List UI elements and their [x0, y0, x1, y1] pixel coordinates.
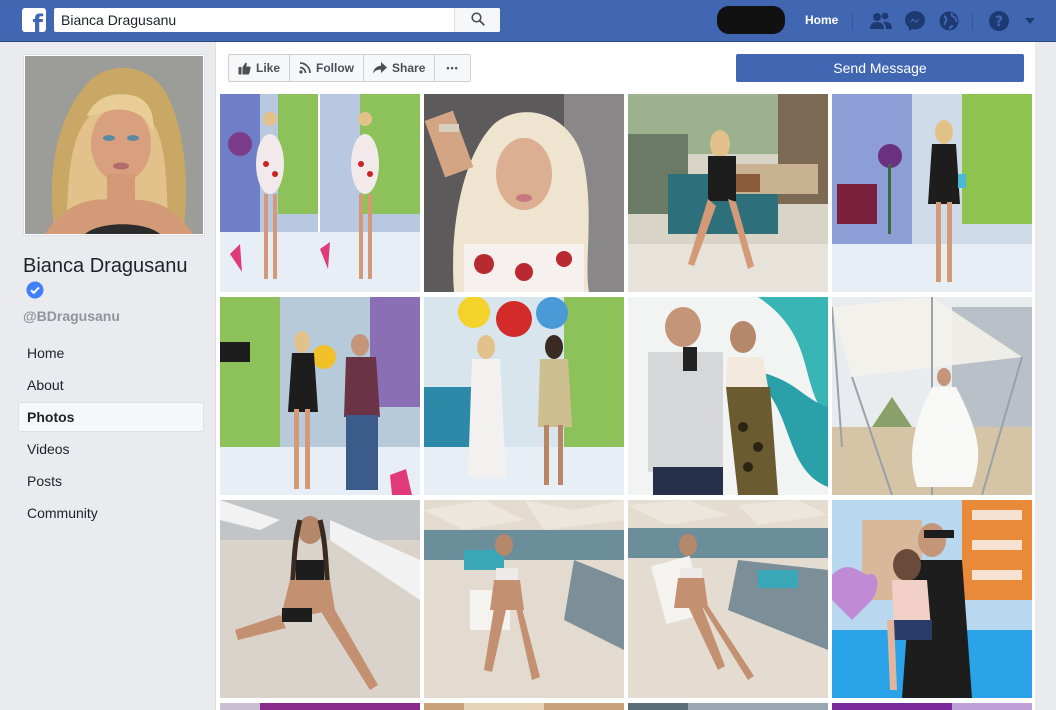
follow-button[interactable]: Follow [289, 54, 365, 82]
more-dots-icon: ••• [446, 63, 459, 73]
share-button[interactable]: Share [363, 54, 436, 82]
notifications-globe-icon[interactable] [937, 9, 961, 33]
sidebar-item-about[interactable]: About [18, 370, 204, 400]
page-name-text: Bianca Dragusanu [23, 255, 188, 277]
photo-thumbnail[interactable] [628, 500, 828, 698]
verified-badge-icon [26, 279, 44, 308]
page-action-bar: Like Follow Share ••• [228, 54, 471, 82]
main-content: Like Follow Share ••• Send Message [215, 42, 1035, 710]
photo-thumbnail[interactable] [424, 94, 624, 292]
follow-button-label: Follow [316, 61, 355, 75]
sidebar-item-posts[interactable]: Posts [18, 466, 204, 496]
search-input[interactable] [54, 8, 454, 32]
photo-thumbnail[interactable] [424, 500, 624, 698]
rss-feed-icon [299, 62, 311, 74]
photo-thumbnail[interactable] [220, 94, 420, 292]
sidebar-item-home[interactable]: Home [18, 338, 204, 368]
svg-text:?: ? [995, 14, 1003, 30]
help-icon[interactable]: ? [987, 9, 1011, 33]
photo-thumbnail[interactable] [424, 297, 624, 495]
account-menu-caret-icon[interactable] [1018, 9, 1042, 33]
photo-thumbnail[interactable] [424, 703, 624, 710]
photo-thumbnail[interactable] [628, 94, 828, 292]
more-options-button[interactable]: ••• [434, 54, 471, 82]
redacted-profile-shortcut[interactable] [717, 6, 785, 34]
profile-picture[interactable] [23, 54, 205, 236]
like-button[interactable]: Like [228, 54, 291, 82]
photo-thumbnail[interactable] [628, 297, 828, 495]
sidebar-item-photos[interactable]: Photos [18, 402, 204, 432]
photo-thumbnail[interactable] [220, 703, 420, 710]
photo-thumbnail[interactable] [832, 297, 1032, 495]
photo-thumbnail[interactable] [628, 703, 828, 710]
photo-thumbnail[interactable] [832, 94, 1032, 292]
photo-thumbnail[interactable] [220, 297, 420, 495]
nav-divider [852, 12, 853, 30]
page-navigation: Home About Photos Videos Posts Community [18, 338, 204, 530]
share-button-label: Share [392, 61, 426, 75]
search-icon [470, 11, 485, 29]
messenger-icon[interactable] [903, 9, 927, 33]
page-username[interactable]: @BDragusanu [23, 308, 120, 324]
photo-grid [220, 94, 1036, 710]
nav-divider [972, 12, 973, 30]
like-button-label: Like [256, 61, 281, 75]
share-arrow-icon [373, 62, 388, 74]
sidebar-item-community[interactable]: Community [18, 498, 204, 528]
top-navigation-bar: f Home ? [0, 0, 1056, 42]
facebook-logo-icon[interactable]: f [22, 8, 46, 32]
sidebar-item-videos[interactable]: Videos [18, 434, 204, 464]
thumbs-up-icon [238, 62, 251, 75]
page-name[interactable]: Bianca Dragusanu [23, 252, 203, 310]
search-button[interactable] [454, 8, 500, 32]
friend-requests-icon[interactable] [869, 9, 893, 33]
send-message-button[interactable]: Send Message [736, 54, 1024, 82]
nav-home-link[interactable]: Home [805, 13, 838, 27]
photo-thumbnail[interactable] [832, 500, 1032, 698]
photo-thumbnail[interactable] [832, 703, 1032, 710]
search-box [54, 8, 500, 32]
photo-thumbnail[interactable] [220, 500, 420, 698]
